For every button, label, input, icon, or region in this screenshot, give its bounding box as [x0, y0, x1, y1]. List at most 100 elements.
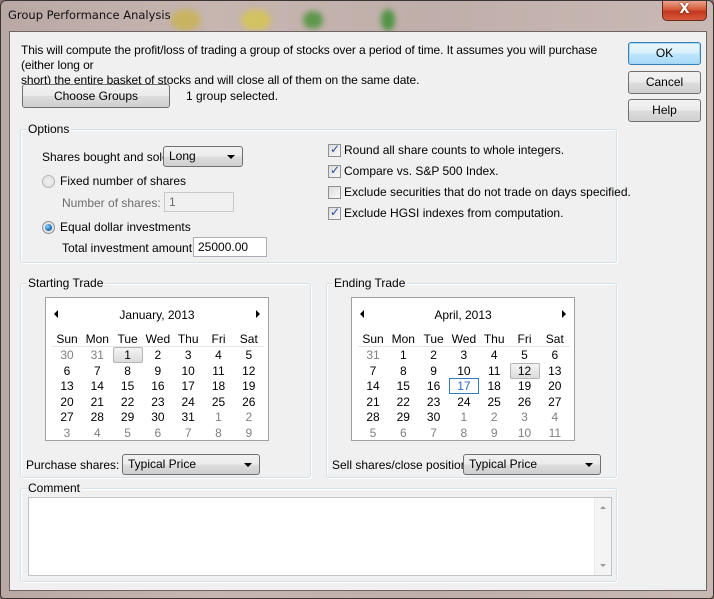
calendar-day[interactable]: 1	[112, 347, 143, 363]
fixed-shares-radio[interactable]	[42, 175, 55, 188]
calendar-day[interactable]: 11	[204, 363, 234, 379]
compare-sp500-checkbox[interactable]: ✓	[328, 163, 341, 178]
calendar-day[interactable]: 8	[449, 425, 479, 441]
calendar-day[interactable]: 29	[388, 409, 418, 425]
calendar-day[interactable]: 15	[113, 378, 143, 394]
comment-scrollbar[interactable]	[594, 498, 611, 575]
calendar-day[interactable]: 6	[388, 425, 418, 441]
calendar-day[interactable]: 13	[52, 378, 82, 394]
cancel-button[interactable]: Cancel	[628, 71, 701, 94]
calendar-month-title[interactable]: January, 2013	[46, 308, 268, 322]
calendar-day[interactable]: 26	[234, 394, 264, 410]
title-bar[interactable]: Group Performance Analysis X	[1, 1, 713, 31]
calendar-day[interactable]: 2	[234, 409, 264, 425]
calendar-day[interactable]: 8	[388, 363, 418, 379]
calendar-day[interactable]: 22	[388, 394, 418, 410]
calendar-day[interactable]: 23	[419, 394, 449, 410]
calendar-day[interactable]: 10	[449, 363, 479, 379]
calendar-day[interactable]: 4	[540, 409, 570, 425]
total-investment-input[interactable]: 25000.00	[193, 237, 267, 257]
ok-button[interactable]: OK	[628, 42, 701, 65]
purchase-price-select[interactable]: Typical Price	[122, 454, 260, 475]
calendar-day[interactable]: 4	[479, 347, 509, 363]
calendar-day[interactable]: 10	[173, 363, 203, 379]
calendar-day[interactable]: 5	[234, 347, 264, 363]
calendar-day[interactable]: 8	[204, 425, 234, 441]
calendar-day[interactable]: 14	[82, 378, 112, 394]
calendar-day[interactable]: 12	[234, 363, 264, 379]
calendar-day[interactable]: 7	[173, 425, 203, 441]
calendar-day[interactable]: 18	[204, 378, 234, 394]
calendar-day[interactable]: 9	[143, 363, 173, 379]
calendar-day[interactable]: 31	[82, 347, 112, 363]
calendar-day[interactable]: 16	[143, 378, 173, 394]
calendar-day[interactable]: 1	[449, 409, 479, 425]
help-button[interactable]: Help	[628, 99, 701, 122]
equal-dollar-radio[interactable]	[42, 221, 55, 234]
calendar-day[interactable]: 11	[479, 363, 509, 379]
calendar-day[interactable]: 19	[510, 378, 540, 394]
calendar-day[interactable]: 5	[510, 347, 540, 363]
start-date-calendar[interactable]: January, 2013 Sun Mon Tue Wed Thu Fri Sat 30 31…	[45, 297, 269, 441]
calendar-day[interactable]: 30	[52, 347, 82, 363]
comment-textarea[interactable]	[28, 497, 612, 576]
choose-groups-button[interactable]: Choose Groups	[22, 84, 170, 108]
calendar-day[interactable]: 24	[173, 394, 203, 410]
calendar-month-title[interactable]: April, 2013	[352, 308, 574, 322]
calendar-day[interactable]: 14	[358, 378, 388, 394]
end-date-calendar[interactable]: April, 2013 Sun Mon Tue Wed Thu Fri Sat 31 1 2 3 4…	[351, 297, 575, 441]
calendar-day[interactable]: 24	[449, 394, 479, 410]
calendar-day[interactable]: 21	[82, 394, 112, 410]
calendar-day[interactable]: 7	[419, 425, 449, 441]
calendar-day[interactable]: 17	[448, 378, 479, 394]
calendar-day[interactable]: 9	[479, 425, 509, 441]
calendar-day[interactable]: 25	[479, 394, 509, 410]
calendar-day[interactable]: 26	[510, 394, 540, 410]
calendar-day[interactable]: 28	[82, 409, 112, 425]
calendar-day[interactable]: 6	[540, 347, 570, 363]
calendar-day[interactable]: 5	[113, 425, 143, 441]
calendar-day[interactable]: 17	[173, 378, 203, 394]
calendar-day[interactable]: 23	[143, 394, 173, 410]
calendar-day[interactable]: 2	[143, 347, 173, 363]
next-month-icon[interactable]	[256, 310, 260, 318]
calendar-day[interactable]: 18	[479, 378, 509, 394]
calendar-day[interactable]: 7	[358, 363, 388, 379]
calendar-day[interactable]: 10	[510, 425, 540, 441]
calendar-day[interactable]: 9	[234, 425, 264, 441]
calendar-day[interactable]: 25	[204, 394, 234, 410]
calendar-day[interactable]: 6	[143, 425, 173, 441]
calendar-day[interactable]: 30	[419, 409, 449, 425]
calendar-day[interactable]: 22	[113, 394, 143, 410]
sell-price-select[interactable]: Typical Price	[463, 454, 601, 475]
shares-direction-select[interactable]: Long	[163, 146, 243, 167]
calendar-day[interactable]: 13	[540, 363, 570, 379]
calendar-day[interactable]: 1	[204, 409, 234, 425]
calendar-day[interactable]: 3	[52, 425, 82, 441]
calendar-day[interactable]: 11	[540, 425, 570, 441]
calendar-day[interactable]: 27	[540, 394, 570, 410]
calendar-day[interactable]: 2	[419, 347, 449, 363]
calendar-day[interactable]: 5	[358, 425, 388, 441]
scroll-down-icon[interactable]	[600, 564, 606, 567]
calendar-day[interactable]: 20	[52, 394, 82, 410]
calendar-day[interactable]: 31	[173, 409, 203, 425]
calendar-day[interactable]: 7	[82, 363, 112, 379]
calendar-day[interactable]: 29	[113, 409, 143, 425]
calendar-day[interactable]: 4	[204, 347, 234, 363]
close-button[interactable]: X	[662, 1, 707, 21]
scroll-up-icon[interactable]	[600, 506, 606, 509]
next-month-icon[interactable]	[562, 310, 566, 318]
calendar-day[interactable]: 16	[419, 378, 449, 394]
calendar-day[interactable]: 27	[52, 409, 82, 425]
round-shares-checkbox[interactable]: ✓	[328, 142, 341, 157]
calendar-day[interactable]: 12	[509, 362, 540, 379]
calendar-day[interactable]: 19	[234, 378, 264, 394]
exclude-nontrading-checkbox[interactable]	[328, 186, 341, 199]
calendar-day[interactable]: 20	[540, 378, 570, 394]
calendar-day[interactable]: 2	[479, 409, 509, 425]
calendar-day[interactable]: 31	[358, 347, 388, 363]
calendar-day[interactable]: 6	[52, 363, 82, 379]
calendar-day[interactable]: 21	[358, 394, 388, 410]
calendar-day[interactable]: 4	[82, 425, 112, 441]
